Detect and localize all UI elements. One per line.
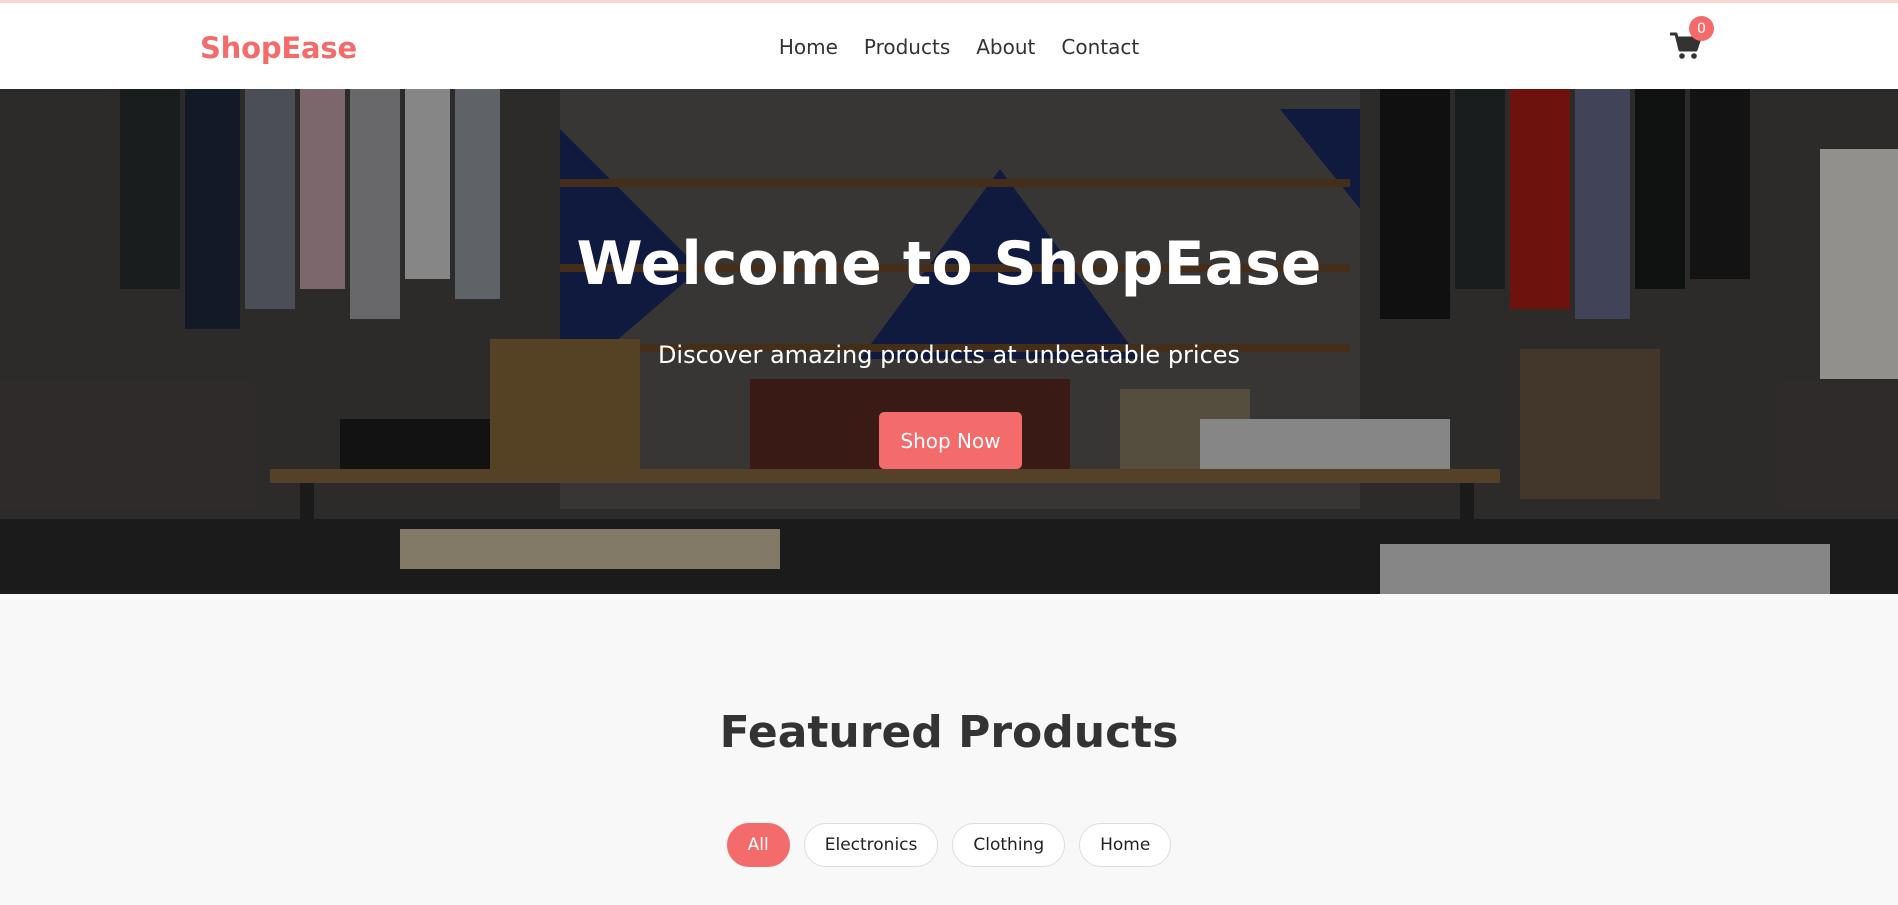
hero-subtitle: Discover amazing products at unbeatable …: [657, 341, 1241, 369]
filter-all-button[interactable]: All: [726, 823, 790, 867]
cart-button[interactable]: 0: [1670, 16, 1714, 65]
cart-count-badge: 0: [1689, 16, 1714, 41]
nav-link-products[interactable]: Products: [864, 35, 950, 59]
filter-clothing-button[interactable]: Clothing: [952, 823, 1066, 867]
nav-link-about[interactable]: About: [976, 35, 1035, 59]
shop-now-button[interactable]: Shop Now: [879, 412, 1022, 469]
hero-title: Welcome to ShopEase: [576, 229, 1322, 299]
navbar: ShopEase Home Products About Contact 0: [0, 3, 1898, 89]
featured-products-title: Featured Products: [719, 707, 1179, 758]
category-filters: All Electronics Clothing Home: [0, 823, 1898, 867]
filter-electronics-button[interactable]: Electronics: [803, 823, 939, 867]
filter-home-button[interactable]: Home: [1079, 823, 1172, 867]
nav-link-contact[interactable]: Contact: [1061, 35, 1139, 59]
main-nav: Home Products About Contact: [0, 35, 1898, 59]
nav-link-home[interactable]: Home: [779, 35, 838, 59]
hero-banner: Welcome to ShopEase Discover amazing pro…: [0, 89, 1898, 594]
